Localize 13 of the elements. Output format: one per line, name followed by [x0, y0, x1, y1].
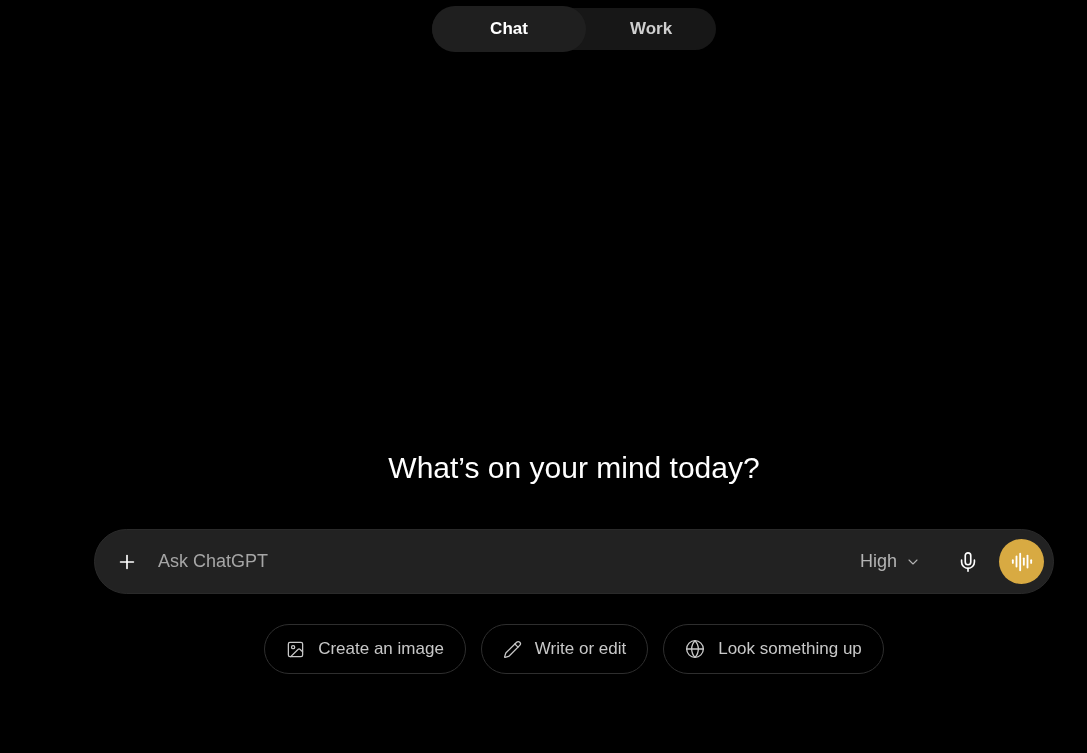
picture-icon [286, 639, 306, 659]
greeting-heading: What’s on your mind today? [388, 450, 760, 486]
suggestion-chip[interactable]: Look something up [663, 624, 884, 674]
globe-icon [685, 639, 706, 659]
pencil-icon [502, 639, 522, 659]
mode-tab[interactable]: Chat [432, 6, 586, 52]
message-composer[interactable]: Ask ChatGPT High [94, 529, 1054, 594]
reasoning-level-dropdown[interactable]: High [855, 543, 925, 580]
suggestion-chip[interactable]: Write or edit [480, 624, 649, 674]
sound-wave-icon [1010, 550, 1033, 573]
voice-mode-button[interactable] [999, 539, 1044, 584]
suggestion-chip[interactable]: Create an image [264, 624, 466, 674]
mode-tab[interactable]: Work [586, 8, 716, 50]
